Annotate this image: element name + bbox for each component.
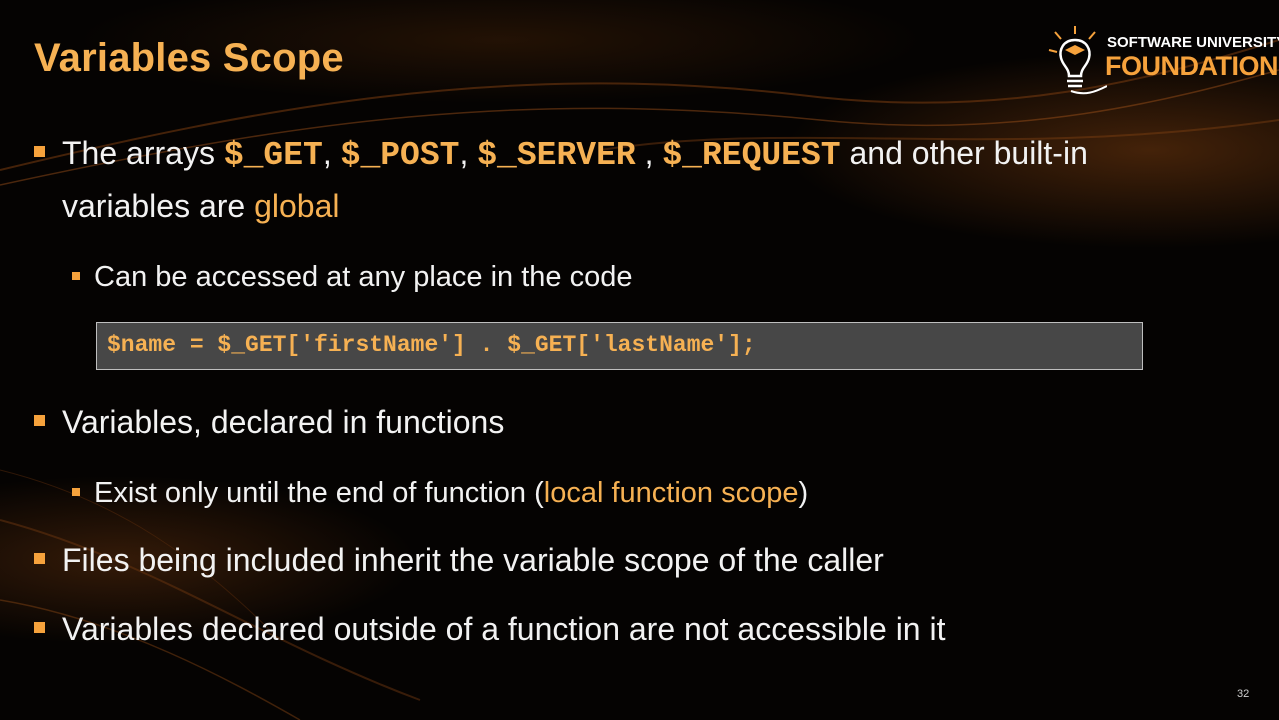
highlight-global: global [254, 188, 340, 224]
code-get: $_GET [223, 137, 323, 174]
bullet-list: The arrays $_GET, $_POST, $_SERVER , $_R… [0, 0, 1279, 720]
bullet-2-sub-1: Exist only until the end of function (lo… [72, 471, 1222, 515]
bullet-1-sub-1: Can be accessed at any place in the code [72, 255, 1222, 299]
bullet-2-text: Variables, declared in functions [62, 404, 505, 440]
bullet-square-icon [34, 415, 45, 426]
bullet-1-text: The arrays $_GET, $_POST, $_SERVER , $_R… [34, 128, 1214, 231]
bullet-1-sub-1-text: Can be accessed at any place in the code [94, 261, 633, 293]
code-block: $name = $_GET['firstName'] . $_GET['last… [96, 322, 1143, 370]
bullet-2-sub-text-part: ) [798, 477, 809, 509]
code-post: $_POST [340, 137, 460, 174]
bullet-square-icon [34, 146, 45, 157]
bullet-square-icon [34, 622, 45, 633]
bullet-1-text-part: The arrays [62, 135, 224, 171]
code-line: $name = $_GET['firstName'] . $_GET['last… [107, 332, 756, 358]
bullet-square-icon [34, 553, 45, 564]
sub-bullet-square-icon [72, 272, 80, 280]
bullet-1: The arrays $_GET, $_POST, $_SERVER , $_R… [34, 128, 1214, 231]
bullet-1-text-part: , [322, 135, 341, 171]
bullet-3: Files being included inherit the variabl… [34, 535, 1214, 585]
highlight-local-function-scope: local function scope [543, 477, 799, 509]
page-number: 32 [1237, 688, 1250, 700]
bullet-2-sub-text-part: Exist only until the end of function ( [94, 477, 544, 509]
bullet-4-text: Variables declared outside of a function… [62, 611, 946, 647]
bullet-1-text-part: , [635, 135, 663, 171]
bullet-2: Variables, declared in functions [34, 397, 1214, 447]
bullet-4: Variables declared outside of a function… [34, 604, 1214, 654]
code-request: $_REQUEST [662, 137, 841, 174]
sub-bullet-square-icon [72, 488, 80, 496]
code-server: $_SERVER [477, 137, 636, 174]
bullet-2-sub-1-text: Exist only until the end of function (lo… [72, 471, 1222, 515]
slide: Variables Scope SOFTWARE UNIVERSITY FOUN… [0, 0, 1279, 720]
bullet-1-text-part: , [459, 135, 478, 171]
bullet-3-text: Files being included inherit the variabl… [62, 542, 884, 578]
